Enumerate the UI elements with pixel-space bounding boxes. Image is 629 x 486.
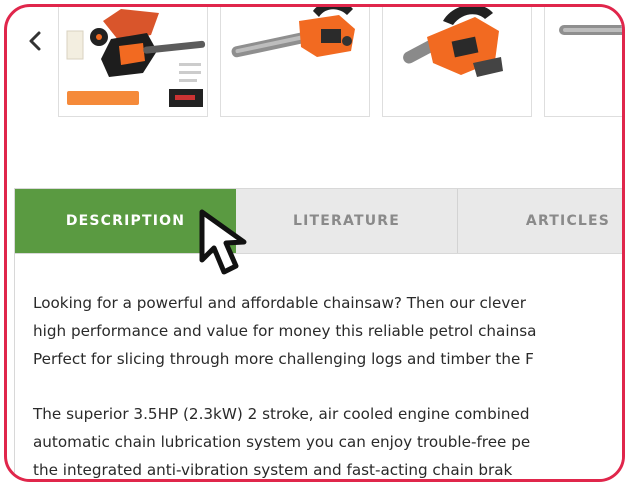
tab-literature[interactable]: LITERATURE <box>236 189 457 253</box>
text-line: the integrated anti-vibration system and… <box>33 461 513 479</box>
chainsaw-side-image <box>231 7 355 58</box>
product-thumbnail-3[interactable] <box>382 7 532 117</box>
text-line: The superior 3.5HP (2.3kW) 2 stroke, air… <box>33 405 530 423</box>
carousel-prev-button[interactable] <box>22 24 48 58</box>
text-line: high performance and value for money thi… <box>33 322 537 340</box>
tab-description-label: DESCRIPTION <box>65 213 186 229</box>
text-line: Looking for a powerful and affordable ch… <box>33 294 526 312</box>
tab-articles-label: ARTICLES <box>525 213 611 229</box>
product-tabs: DESCRIPTION LITERATURE ARTICLES <box>14 188 622 254</box>
chainsaw-kit-image <box>66 9 206 107</box>
chainsaw-bar-image <box>559 25 622 35</box>
product-thumbnail-4[interactable] <box>544 7 622 117</box>
text-line: Perfect for slicing through more challen… <box>33 350 534 368</box>
product-thumbnail-2[interactable] <box>220 7 370 117</box>
tab-literature-label: LITERATURE <box>292 213 401 229</box>
description-paragraph-2: The superior 3.5HP (2.3kW) 2 stroke, air… <box>33 400 622 479</box>
screenshot-frame: DESCRIPTION LITERATURE ARTICLES Looking … <box>4 4 625 482</box>
tab-description[interactable]: DESCRIPTION <box>15 189 236 253</box>
product-thumbnail-1[interactable] <box>58 7 208 117</box>
tab-articles[interactable]: ARTICLES <box>457 189 622 253</box>
chainsaw-angled-image <box>403 7 503 77</box>
chevron-left-icon <box>29 31 41 51</box>
text-line: automatic chain lubrication system you c… <box>33 433 531 451</box>
description-paragraph-1: Looking for a powerful and affordable ch… <box>33 289 622 373</box>
